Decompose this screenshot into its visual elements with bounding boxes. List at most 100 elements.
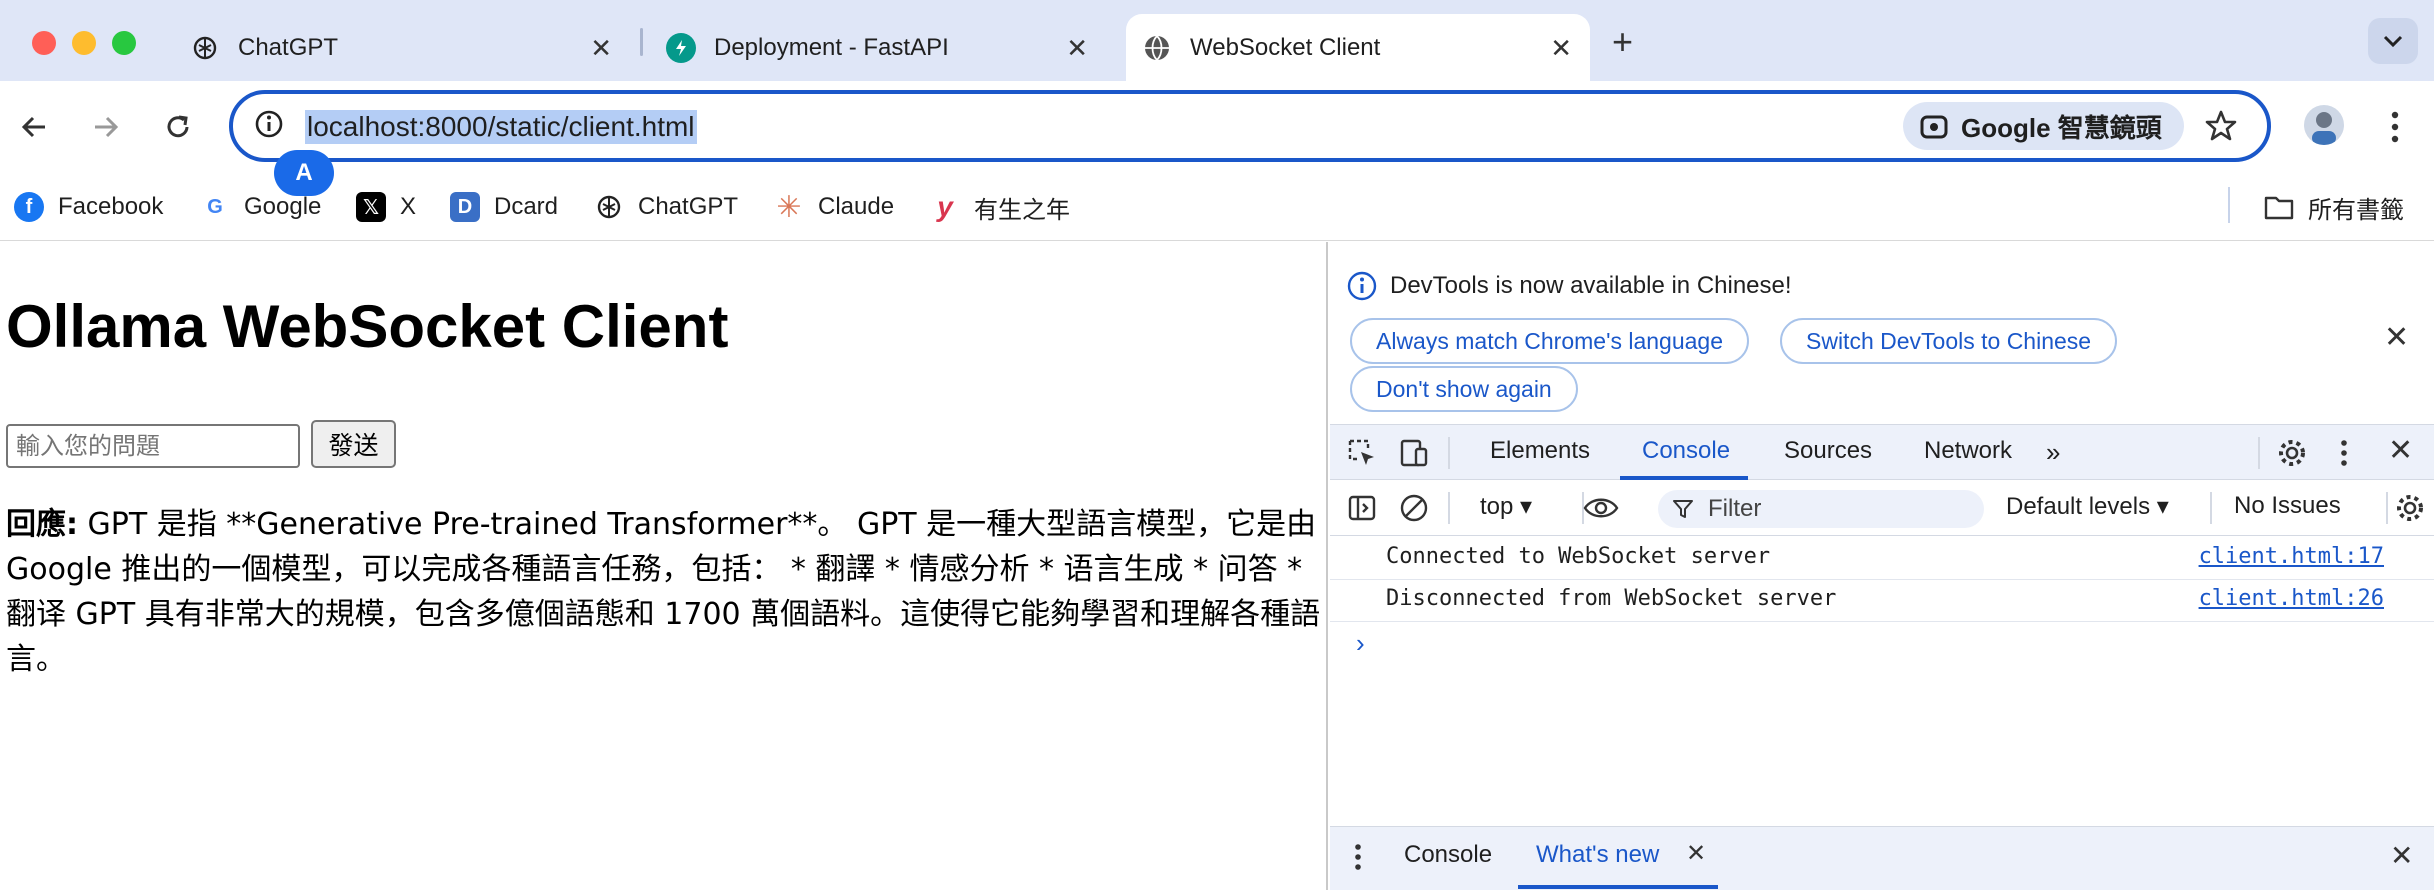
bookmark-chatgpt[interactable]: ChatGPT [594,187,738,227]
tab-websocket-client[interactable]: WebSocket Client ✕ [1126,14,1590,81]
context-selector[interactable]: top ▾ [1480,492,1532,521]
separator [1448,437,1450,469]
url-text[interactable]: localhost:8000/static/client.html [305,110,697,144]
clear-console-icon[interactable] [1398,492,1430,524]
close-icon[interactable]: ✕ [590,33,612,64]
maximize-window-button[interactable] [112,31,136,55]
tab-console[interactable]: Console [1642,437,1730,465]
bookmark-dcard[interactable]: D Dcard [450,187,558,227]
close-devtools-icon[interactable]: ✕ [2388,433,2413,468]
kebab-menu-icon[interactable] [2380,107,2410,147]
drawer-tab-console[interactable]: Console [1404,841,1492,869]
context-label: top [1480,493,1514,520]
devtools-drawer: Console What's new ✕ ✕ [1330,826,2434,890]
banner-text: DevTools is now available in Chinese! [1390,272,1792,299]
separator [2386,492,2388,524]
bookmarks-bar: f Facebook G Google 𝕏 X D Dcard ChatGPT … [0,175,2434,241]
separator [2210,492,2212,524]
question-input[interactable] [6,424,300,468]
claude-icon: ✳ [776,190,802,224]
address-bar[interactable]: localhost:8000/static/client.html Google… [229,90,2271,162]
globe-icon [1142,33,1172,63]
bookmark-label: X [400,193,417,220]
close-icon[interactable]: ✕ [1550,33,1572,64]
close-icon[interactable]: ✕ [1066,33,1088,64]
tab-chatgpt[interactable]: ChatGPT ✕ [190,14,630,81]
device-toolbar-icon[interactable] [1398,437,1430,469]
response-label: 回應: [6,507,78,542]
issues-counter[interactable]: No Issues [2234,492,2341,520]
reload-button[interactable] [156,105,200,149]
console-settings-gear-icon[interactable] [2394,492,2426,524]
tab-strip: ChatGPT ✕ Deployment - FastAPI ✕ WebSock… [0,0,2434,81]
settings-gear-icon[interactable] [2276,437,2308,469]
page-viewport: Ollama WebSocket Client 發送 回應: GPT 是指 **… [0,242,1328,890]
bookmark-x[interactable]: 𝕏 X [356,187,416,227]
live-expression-eye-icon[interactable] [1582,494,1620,522]
chevron-down-icon [2383,35,2403,48]
tab-title: WebSocket Client [1190,33,1381,61]
response-text: GPT 是指 **Generative Pre-trained Transfor… [6,507,1321,677]
log-levels-dropdown[interactable]: Default levels ▾ [2006,492,2169,521]
sidebar-toggle-icon[interactable] [1346,492,1378,524]
bookmark-claude[interactable]: ✳ Claude [774,187,894,227]
send-button[interactable]: 發送 [311,420,396,468]
close-window-button[interactable] [32,31,56,55]
chatgpt-icon [594,192,624,222]
more-tabs-icon[interactable]: » [2046,437,2060,468]
dont-show-again-button[interactable]: Don't show again [1350,366,1578,412]
tab-sources[interactable]: Sources [1784,437,1872,465]
dcard-icon: D [450,192,480,222]
bookmark-facebook[interactable]: f Facebook [14,187,163,227]
tab-elements[interactable]: Elements [1490,437,1590,465]
console-log-row: Disconnected from WebSocket server clien… [1330,580,2434,622]
kebab-menu-icon[interactable] [2334,437,2354,469]
arrow-left-icon [21,116,45,138]
profile-badge: A [274,150,334,196]
chatgpt-icon [190,33,220,63]
tab-search-button[interactable] [2368,18,2418,64]
tab-network[interactable]: Network [1924,437,2012,465]
log-source-link[interactable]: client.html:17 [2199,544,2384,569]
close-icon[interactable]: ✕ [2384,320,2409,355]
bookmark-star-icon[interactable] [2203,108,2239,144]
log-message: Disconnected from WebSocket server [1386,586,1837,611]
log-source-link[interactable]: client.html:26 [2199,586,2384,611]
lens-icon [1920,115,1948,139]
google-lens-button[interactable]: Google 智慧鏡頭 [1903,102,2184,150]
facebook-icon: f [14,192,44,222]
switch-to-chinese-button[interactable]: Switch DevTools to Chinese [1780,318,2118,364]
bookmark-youshengzhinian[interactable]: y 有生之年 [930,187,1070,227]
back-button[interactable] [12,105,56,149]
bookmark-label: Facebook [58,193,164,220]
tab-title: ChatGPT [238,33,339,61]
minimize-window-button[interactable] [72,31,96,55]
filter-icon [1673,500,1693,518]
filter-input[interactable]: Filter [1658,490,1984,528]
console-toolbar: top ▾ Filter Default levels ▾ No Issues [1330,480,2434,536]
info-icon[interactable] [253,108,285,140]
forward-button[interactable] [84,105,128,149]
bookmark-label: ChatGPT [638,193,739,220]
all-bookmarks-button[interactable]: 所有書籤 [2264,187,2404,227]
drawer-tab-whats-new[interactable]: What's new [1536,841,1659,869]
language-banner: DevTools is now available in Chinese! Al… [1330,242,2434,424]
response-block: 回應: GPT 是指 **Generative Pre-trained Tran… [6,502,1322,682]
inspect-element-icon[interactable] [1346,437,1378,469]
lens-label: Google 智慧鏡頭 [1961,112,2162,143]
new-tab-button[interactable]: + [1612,22,1633,62]
bookmark-label: Claude [818,193,895,220]
bookmarks-separator [2228,187,2230,223]
browser-toolbar: localhost:8000/static/client.html Google… [0,81,2434,175]
drawer-menu-icon[interactable] [1348,841,1368,873]
close-icon[interactable]: ✕ [1686,839,1706,868]
bookmark-label: 有生之年 [974,196,1070,224]
tab-fastapi[interactable]: Deployment - FastAPI ✕ [666,14,1106,81]
profile-avatar[interactable] [2304,105,2344,145]
google-icon: G [207,195,223,218]
console-log-row: Connected to WebSocket server client.htm… [1330,538,2434,580]
bookmark-label: Google [244,193,322,220]
match-language-button[interactable]: Always match Chrome's language [1350,318,1749,364]
console-prompt-chevron-icon[interactable]: › [1356,628,1365,659]
close-drawer-icon[interactable]: ✕ [2390,839,2413,872]
